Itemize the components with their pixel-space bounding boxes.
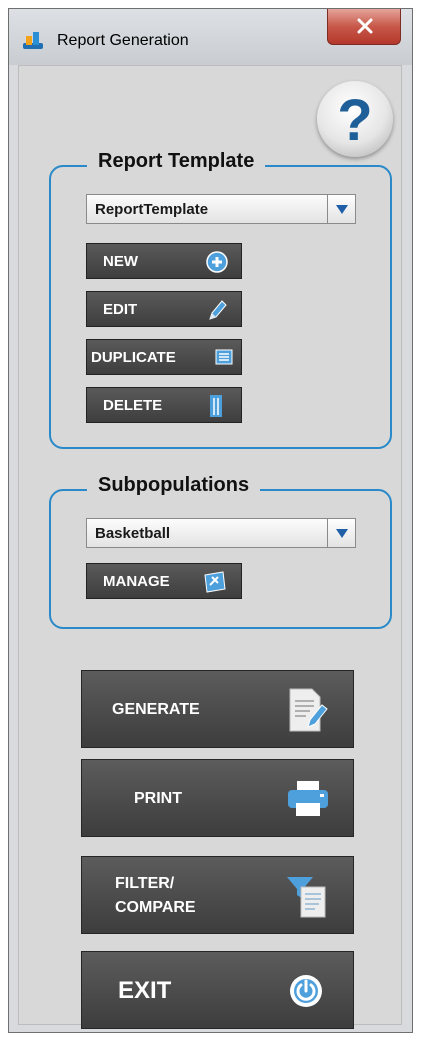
- help-button[interactable]: ?: [317, 81, 393, 157]
- close-button[interactable]: [327, 9, 401, 45]
- chevron-down-icon: [336, 205, 348, 214]
- duplicate-label: DUPLICATE: [91, 349, 176, 366]
- filter-label-line1: FILTER/: [115, 875, 175, 892]
- delete-label: DELETE: [103, 397, 163, 414]
- add-icon: [206, 251, 228, 273]
- document-edit-icon: [289, 688, 328, 732]
- edit-label: EDIT: [103, 301, 138, 318]
- subpopulations-group: Subpopulations Basketball MANAGE: [49, 474, 392, 629]
- report-template-group: Report Template ReportTemplate NEW EDIT: [49, 150, 392, 449]
- manage-button[interactable]: MANAGE: [86, 563, 242, 599]
- delete-button[interactable]: DELETE: [86, 387, 242, 423]
- edit-button[interactable]: EDIT: [86, 291, 242, 327]
- chevron-down-icon: [336, 529, 348, 538]
- print-label: PRINT: [134, 790, 182, 807]
- filter-compare-button[interactable]: FILTER/ COMPARE: [81, 856, 354, 934]
- manage-label: MANAGE: [103, 573, 170, 590]
- pencil-icon: [209, 300, 227, 320]
- help-icon: ?: [337, 88, 373, 153]
- trash-icon: [210, 395, 222, 417]
- report-template-select[interactable]: ReportTemplate: [86, 194, 356, 224]
- report-template-title: Report Template: [87, 150, 266, 173]
- dropdown-arrow[interactable]: [327, 195, 355, 223]
- duplicate-icon: [215, 349, 233, 365]
- report-template-value: ReportTemplate: [95, 201, 209, 218]
- new-button[interactable]: NEW: [86, 243, 242, 279]
- report-generation-window: Report Generation ? Report Template Repo…: [8, 8, 413, 1033]
- filter-icon: [287, 877, 326, 918]
- subpopulation-value: Basketball: [95, 525, 171, 542]
- subpopulations-title: Subpopulations: [87, 474, 261, 497]
- generate-label: GENERATE: [112, 701, 200, 718]
- manage-icon: [204, 571, 226, 593]
- generate-button[interactable]: GENERATE: [81, 670, 354, 748]
- dropdown-arrow[interactable]: [327, 519, 355, 547]
- duplicate-button[interactable]: DUPLICATE: [86, 339, 242, 375]
- new-label: NEW: [103, 253, 138, 270]
- subpopulation-select[interactable]: Basketball: [86, 518, 356, 548]
- exit-button[interactable]: EXIT: [81, 951, 354, 1029]
- filter-label-line2: COMPARE: [115, 899, 196, 916]
- exit-label: EXIT: [118, 977, 172, 1004]
- print-button[interactable]: PRINT: [81, 759, 354, 837]
- client-area: ? Report Template ReportTemplate NEW EDI…: [18, 65, 402, 1029]
- printer-icon: [288, 781, 328, 816]
- power-icon: [290, 975, 322, 1007]
- title-bar[interactable]: Report Generation: [9, 9, 412, 65]
- app-logo-icon: [23, 32, 43, 49]
- close-icon: [357, 18, 373, 34]
- window-title: Report Generation: [57, 32, 189, 49]
